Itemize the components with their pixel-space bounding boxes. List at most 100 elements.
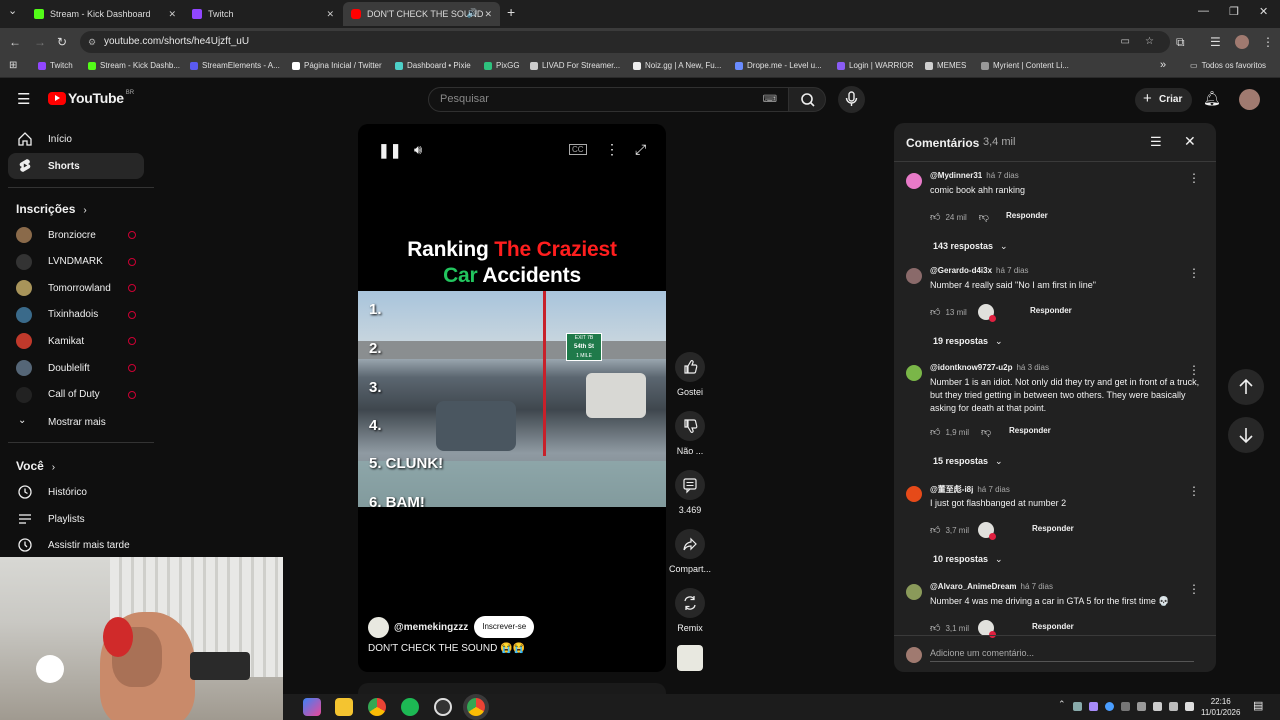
notifications-bell-icon[interactable]: 🔔︎ [1203, 90, 1221, 107]
shorts-video-player[interactable]: ❚❚ 🔊︎ CC ⋮ ⤢ Ranking The Craziest Car Ac… [358, 124, 666, 672]
commenter-avatar[interactable] [906, 584, 922, 600]
bookmark-item[interactable]: Página Inicial / Twitter [292, 61, 382, 70]
view-replies-button[interactable]: 15 respostas ⌄ [933, 456, 1003, 467]
tray-icon[interactable] [1121, 702, 1130, 711]
all-favorites-folder[interactable]: ▭ Todos os favoritos [1190, 61, 1266, 70]
keyboard-icon[interactable]: ⌨ [763, 88, 777, 111]
bookmark-item[interactable]: Myrient | Content Li... [981, 61, 1069, 70]
obs-icon[interactable] [434, 698, 452, 716]
tray-icon[interactable] [1089, 702, 1098, 711]
channel-avatar[interactable] [368, 616, 389, 638]
speaker-icon[interactable]: 🔊 [467, 8, 478, 19]
sidebar-item-playlists[interactable]: Playlists [8, 506, 144, 532]
tray-icon[interactable] [1073, 702, 1082, 711]
sidebar-subscription-item[interactable]: Tomorrowland [16, 276, 144, 300]
comment-like-icon[interactable]: 👍︎ [930, 426, 940, 438]
close-window-icon[interactable]: ✕ [1259, 5, 1268, 18]
cast-icon[interactable]: ▭ [1121, 31, 1130, 53]
comment-author[interactable]: @Mydinner31 [930, 171, 982, 180]
comment-more-icon[interactable]: ⋮ [1188, 171, 1200, 185]
fullscreen-icon[interactable]: ⤢ [635, 141, 646, 158]
tray-icon[interactable] [1105, 702, 1114, 711]
show-more-button[interactable]: ⌄ Mostrar mais [16, 410, 144, 434]
like-button[interactable]: Gostei [668, 352, 712, 397]
comment-author[interactable]: @董至彪-i8j [930, 485, 973, 494]
battery-icon[interactable] [1169, 702, 1178, 711]
profile-avatar[interactable] [1235, 35, 1249, 49]
reply-button[interactable]: Responder [1030, 306, 1072, 315]
chrome-active-icon[interactable] [467, 698, 485, 716]
bookmark-item[interactable]: Twitch [38, 61, 73, 70]
back-icon[interactable]: ← [9, 35, 21, 49]
comment-dislike-icon[interactable]: 👎︎ [979, 211, 989, 223]
bookmark-item[interactable]: PixGG [484, 61, 520, 70]
file-explorer-icon[interactable] [335, 698, 353, 716]
bookmark-item[interactable]: StreamElements - A... [190, 61, 280, 70]
subscribe-button[interactable]: Inscrever-se [474, 616, 535, 638]
sidebar-item-home[interactable]: Início [8, 126, 144, 152]
close-tab-icon[interactable]: ✕ [484, 9, 492, 20]
you-heading[interactable]: Você › [16, 459, 55, 473]
youtube-logo[interactable]: YouTube BR [48, 90, 134, 106]
close-tab-icon[interactable]: ✕ [326, 9, 334, 20]
search-input[interactable]: Pesquisar ⌨ [428, 87, 790, 112]
volume-icon[interactable]: 🔊︎ [414, 142, 422, 158]
close-tab-icon[interactable]: ✕ [168, 9, 176, 20]
system-clock[interactable]: 22:16 11/01/2026 [1201, 696, 1240, 718]
view-replies-button[interactable]: 19 respostas ⌄ [933, 336, 1003, 347]
comment-like-icon[interactable]: 👍︎ [930, 211, 940, 223]
comments-button[interactable]: 3.469 [668, 470, 712, 515]
more-vert-icon[interactable]: ⋮ [1262, 35, 1274, 49]
reply-button[interactable]: Responder [1006, 211, 1048, 220]
chrome-icon[interactable] [368, 698, 386, 716]
sort-icon[interactable]: ☰ [1150, 134, 1162, 150]
create-button[interactable]: Criar [1135, 87, 1192, 112]
pause-icon[interactable]: ❚❚ [378, 142, 401, 159]
comment-author[interactable]: @idontknow9727-u2p [930, 363, 1012, 372]
apps-grid-icon[interactable]: ⊞ [9, 60, 17, 71]
reply-button[interactable]: Responder [1032, 524, 1074, 533]
comment-author[interactable]: @Gerardo-d4i3x [930, 266, 992, 275]
voice-search-button[interactable] [838, 86, 865, 113]
commenter-avatar[interactable] [906, 365, 922, 381]
notifications-icon[interactable]: ▤ [1253, 699, 1263, 712]
minimize-icon[interactable]: — [1198, 5, 1209, 17]
restore-icon[interactable]: ❐ [1229, 5, 1239, 18]
comment-dislike-icon[interactable]: 👎︎ [981, 426, 991, 438]
sidebar-subscription-item[interactable]: Call of Duty [16, 383, 144, 407]
commenter-avatar[interactable] [906, 173, 922, 189]
browser-tab-youtube[interactable]: DON'T CHECK THE SOUND 🔊 ✕ [343, 2, 500, 26]
sidebar-item-history[interactable]: Histórico [8, 479, 144, 505]
next-short-button[interactable] [1228, 417, 1264, 453]
extensions-icon[interactable]: ⧉ [1176, 35, 1185, 50]
site-info-icon[interactable]: ⚙ [88, 31, 96, 53]
sidebar-item-shorts[interactable]: Shorts [8, 153, 144, 179]
comment-author[interactable]: @Alvaro_AnimeDream [930, 582, 1017, 591]
view-replies-button[interactable]: 10 respostas ⌄ [933, 554, 1003, 565]
commenter-avatar[interactable] [906, 268, 922, 284]
previous-short-button[interactable] [1228, 369, 1264, 405]
comment-more-icon[interactable]: ⋮ [1188, 582, 1200, 596]
close-comments-icon[interactable]: ✕ [1184, 133, 1196, 150]
bookmark-item[interactable]: Noiz.gg | A New, Fu... [633, 61, 721, 70]
sidebar-subscription-item[interactable]: Bronziocre [16, 223, 144, 247]
comment-more-icon[interactable]: ⋮ [1188, 363, 1200, 377]
bookmark-item[interactable]: Drope.me - Level u... [735, 61, 822, 70]
commenter-avatar[interactable] [906, 486, 922, 502]
comment-like-icon[interactable]: 👍︎ [930, 306, 940, 318]
view-replies-button[interactable]: 143 respostas ⌄ [933, 241, 1008, 252]
comment-like-icon[interactable]: 👍︎ [930, 622, 940, 634]
reload-icon[interactable]: ↻ [57, 35, 67, 49]
search-button[interactable] [788, 87, 826, 112]
channel-name[interactable]: @memekingzzz [394, 622, 468, 633]
browser-tab-twitch[interactable]: Twitch ✕ [184, 2, 342, 26]
comment-like-icon[interactable]: 👍︎ [930, 524, 940, 536]
share-button[interactable]: Compart... [668, 529, 712, 574]
new-tab-button[interactable]: + [507, 4, 515, 20]
comment-more-icon[interactable]: ⋮ [1188, 484, 1200, 498]
volume-tray-icon[interactable] [1153, 702, 1162, 711]
menu-list-icon[interactable]: ☰ [1210, 35, 1221, 49]
network-icon[interactable] [1185, 702, 1194, 711]
reply-button[interactable]: Responder [1032, 622, 1074, 631]
spotify-icon[interactable] [401, 698, 419, 716]
